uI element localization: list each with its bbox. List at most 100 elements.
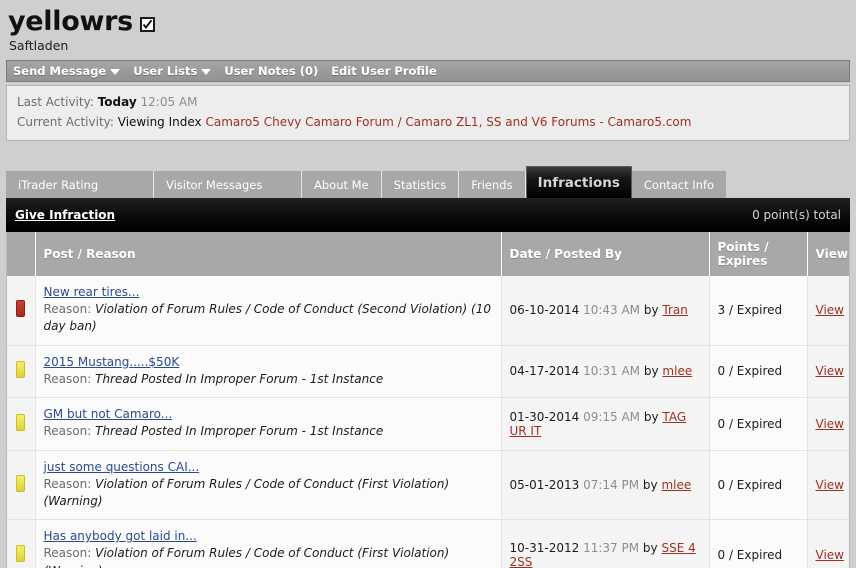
view-link[interactable]: View: [816, 303, 844, 317]
view-cell: View: [806, 345, 849, 399]
date-posted-by-cell: 04-17-2014 10:31 AM by mlee: [500, 345, 709, 399]
view-cell: View: [806, 519, 849, 568]
view-link[interactable]: View: [816, 417, 844, 431]
reason-line: Reason: Violation of Forum Rules / Code …: [44, 545, 493, 568]
tab-contact-info[interactable]: Contact Info: [631, 171, 727, 198]
by-label: by: [643, 409, 659, 424]
points-value: 0 / Expired: [717, 364, 783, 379]
date-posted-by-cell: 05-01-2013 07:14 PM by mlee: [500, 450, 709, 521]
poster-link[interactable]: mlee: [661, 478, 691, 492]
column-header-icon: [7, 232, 36, 276]
reason-label: Reason:: [43, 546, 92, 561]
points-expires-cell: 0 / Expired: [708, 450, 807, 521]
infraction-date: 06-10-2014: [509, 303, 580, 318]
tab-visitor-messages[interactable]: Visitor Messages: [154, 171, 302, 198]
infractions-table: Post / Reason Date / Posted By Points / …: [7, 232, 849, 568]
tab-label: Visitor Messages: [166, 177, 263, 192]
table-header-row: Post / Reason Date / Posted By Points / …: [7, 232, 849, 276]
profile-action-bar: Send Message User Lists User Notes (0) E…: [6, 60, 850, 83]
activity-box: Last Activity: Today 12:05 AM Current Ac…: [6, 85, 850, 142]
infraction-date: 10-31-2012: [509, 540, 580, 555]
tab-statistics[interactable]: Statistics: [381, 171, 460, 198]
last-activity-time: 12:05 AM: [140, 95, 198, 110]
points-total-label: 0 point(s) total: [752, 208, 841, 222]
view-link[interactable]: View: [816, 364, 844, 378]
by-label: by: [643, 364, 659, 379]
user-title: Saftladen: [9, 38, 69, 54]
post-reason-cell: GM but not Camaro... Reason: Thread Post…: [35, 397, 501, 451]
reason-text: Violation of Forum Rules / Code of Condu…: [43, 302, 491, 334]
reason-text: Violation of Forum Rules / Code of Condu…: [44, 546, 450, 568]
table-body: New rear tires... Reason: Violation of F…: [7, 276, 849, 568]
user-notes-label: User Notes (0): [224, 64, 319, 79]
edit-user-profile-button[interactable]: Edit User Profile: [331, 64, 436, 78]
table-head: Post / Reason Date / Posted By Points / …: [7, 232, 849, 276]
reason-text: Violation of Forum Rules / Code of Condu…: [43, 476, 450, 508]
post-title-link[interactable]: Has anybody got laid in...: [44, 529, 197, 543]
chevron-down-icon[interactable]: [110, 69, 121, 76]
column-header-points-expires: Points / Expires: [709, 232, 808, 276]
current-activity-link[interactable]: Camaro5 Chevy Camaro Forum / Camaro ZL1,…: [205, 115, 691, 129]
view-cell: View: [806, 276, 849, 346]
tab-friends[interactable]: Friends: [459, 171, 526, 198]
table-row: New rear tires... Reason: Violation of F…: [7, 276, 849, 346]
infraction-time: 11:37 PM: [583, 540, 640, 555]
infraction-time: 09:15 AM: [583, 409, 641, 424]
infraction-time: 10:43 AM: [583, 303, 641, 318]
reason-label: Reason:: [43, 476, 92, 491]
points-header-line1: Points /: [717, 240, 769, 254]
tab-infractions[interactable]: Infractions: [525, 166, 632, 198]
post-title-link[interactable]: just some questions CAI...: [44, 460, 200, 474]
post-reason-cell: New rear tires... Reason: Violation of F…: [35, 276, 501, 346]
current-activity-label: Current Activity:: [17, 114, 114, 129]
chevron-down-icon[interactable]: [201, 69, 212, 76]
edit-user-profile-label: Edit User Profile: [331, 64, 437, 79]
infraction-date: 04-17-2014: [509, 364, 580, 379]
poster-link[interactable]: Tran: [662, 303, 687, 317]
view-link[interactable]: View: [816, 478, 844, 492]
post-reason-cell: Has anybody got laid in... Reason: Viola…: [35, 519, 501, 568]
points-expires-cell: 3 / Expired: [708, 276, 807, 346]
post-title-link[interactable]: New rear tires...: [44, 285, 140, 299]
infraction-severity-icon: [16, 300, 26, 318]
user-notes-button[interactable]: User Notes (0): [224, 64, 318, 78]
table-row: 2015 Mustang.....$50K Reason: Thread Pos…: [7, 345, 849, 399]
tab-label: About Me: [314, 177, 369, 192]
poster-link[interactable]: mlee: [662, 364, 692, 378]
reason-label: Reason:: [43, 302, 92, 316]
reason-label: Reason:: [43, 371, 92, 386]
give-infraction-link[interactable]: Give Infraction: [15, 208, 115, 222]
tab-label: Infractions: [537, 174, 620, 191]
send-message-label: Send Message: [13, 64, 107, 79]
post-title-link[interactable]: 2015 Mustang.....$50K: [44, 355, 180, 369]
infraction-severity-icon: [16, 474, 26, 492]
last-activity-line: Last Activity: Today 12:05 AM: [17, 93, 839, 112]
points-value: 0 / Expired: [717, 547, 783, 562]
infraction-time: 07:14 PM: [583, 477, 640, 492]
checkmark-box-icon: [139, 16, 155, 32]
tab-label: Friends: [471, 177, 513, 192]
points-value: 0 / Expired: [717, 416, 783, 431]
send-message-button[interactable]: Send Message: [13, 64, 121, 79]
column-header-post-reason: Post / Reason: [35, 232, 502, 276]
reason-text: Thread Posted In Improper Forum - 1st In…: [95, 371, 384, 386]
by-label: by: [643, 303, 659, 318]
user-lists-button[interactable]: User Lists: [133, 64, 212, 78]
post-title-link[interactable]: GM but not Camaro...: [44, 407, 173, 421]
points-header-line2: Expires: [717, 254, 768, 268]
tab-itrader-rating[interactable]: iTrader Rating: [6, 171, 154, 198]
infraction-time: 10:31 AM: [583, 364, 641, 379]
view-link[interactable]: View: [816, 548, 844, 562]
post-reason-cell: 2015 Mustang.....$50K Reason: Thread Pos…: [35, 345, 501, 399]
username-row: yellowrs: [8, 7, 856, 36]
table-row: just some questions CAI... Reason: Viola…: [7, 450, 849, 521]
by-label: by: [642, 540, 658, 555]
row-marker-cell: [7, 345, 36, 399]
last-activity-label: Last Activity:: [17, 95, 94, 110]
tab-about-me[interactable]: About Me: [302, 171, 382, 198]
reason-line: Reason: Thread Posted In Improper Forum …: [44, 423, 493, 440]
infraction-date: 05-01-2013: [509, 477, 580, 492]
table-row: Has anybody got laid in... Reason: Viola…: [7, 519, 849, 568]
by-label: by: [642, 477, 658, 492]
view-cell: View: [806, 397, 849, 451]
